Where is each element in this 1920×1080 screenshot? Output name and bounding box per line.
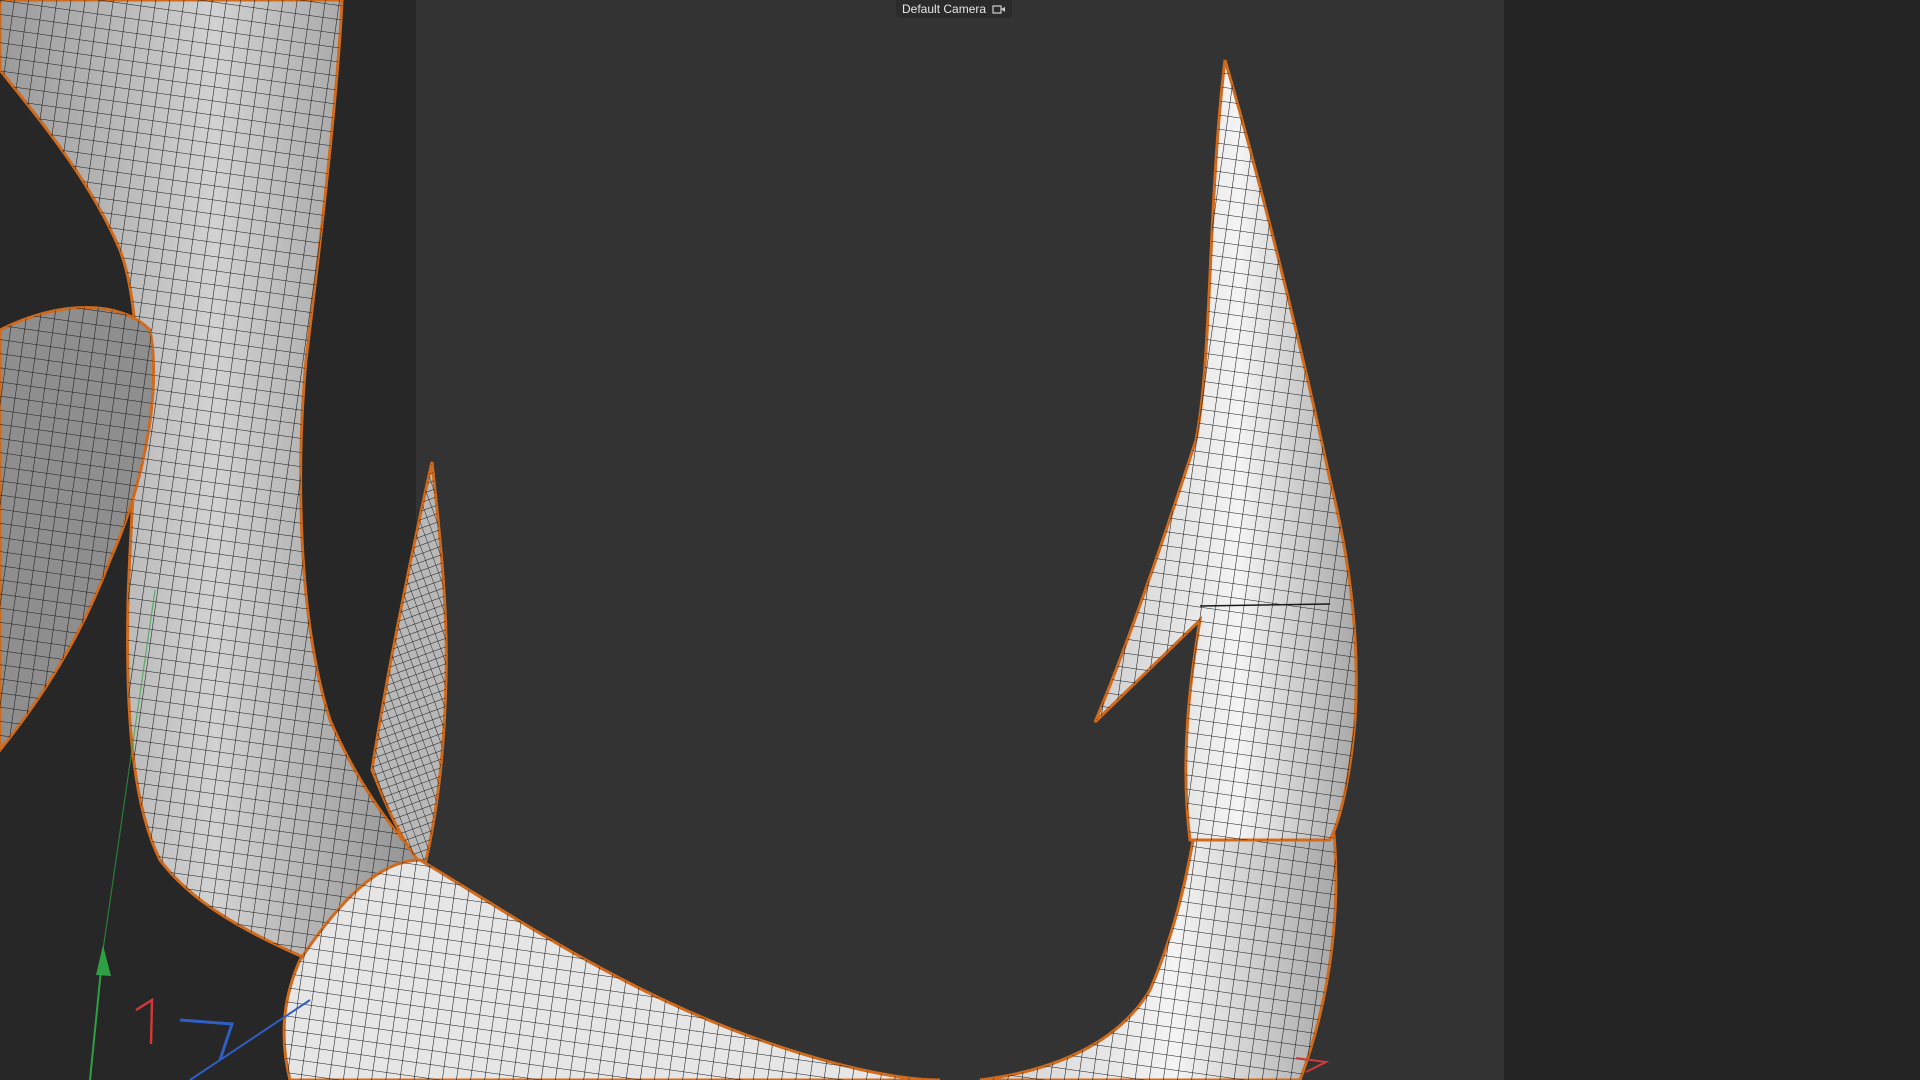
hook-point[interactable]: [1093, 59, 1358, 842]
z-axis-marker-icon: [179, 1018, 235, 1061]
camera-icon: [992, 5, 1006, 14]
x-axis-marker-icon: [135, 997, 154, 1045]
hook-left-barb[interactable]: [370, 461, 448, 872]
camera-label[interactable]: Default Camera: [896, 0, 1013, 18]
viewport-scene[interactable]: [0, 0, 1920, 1080]
hook-bend[interactable]: [282, 798, 1338, 1080]
camera-label-text: Default Camera: [902, 2, 987, 16]
3d-viewport[interactable]: Default Camera: [0, 0, 1920, 1080]
